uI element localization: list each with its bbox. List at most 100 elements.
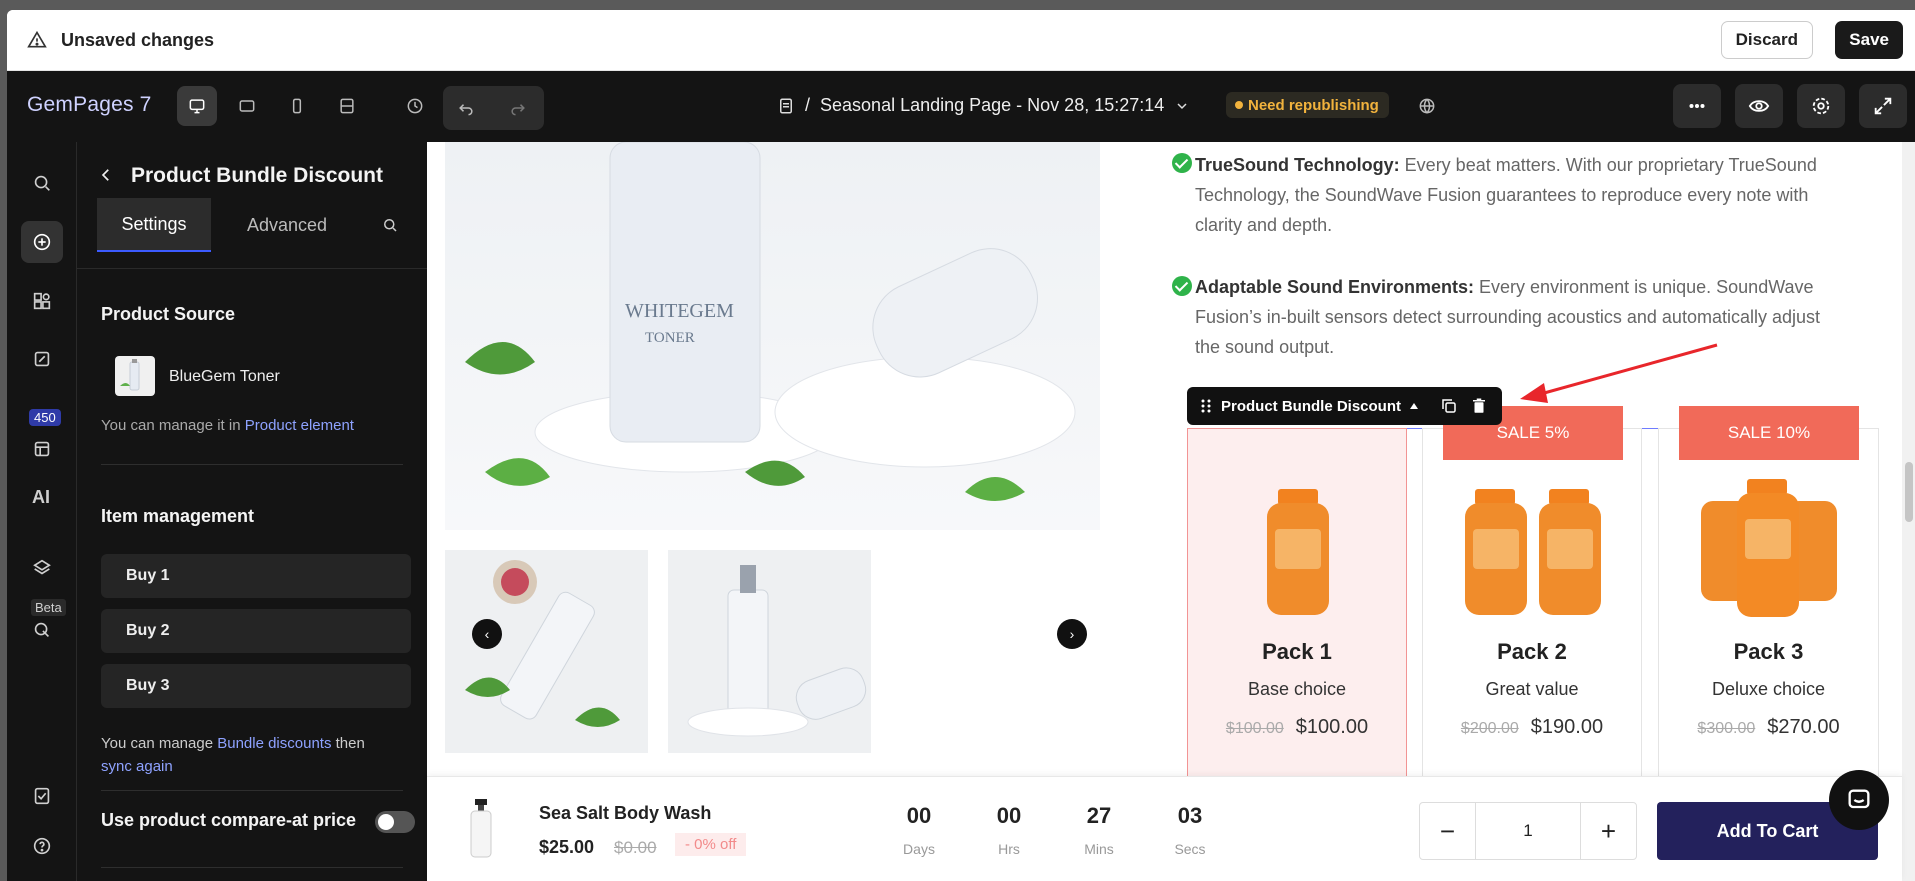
tab-settings[interactable]: Settings — [97, 198, 211, 252]
warning-icon — [27, 30, 47, 48]
product-source-heading: Product Source — [101, 304, 236, 324]
mobile-icon[interactable] — [277, 86, 317, 126]
bundle-manage-note: You can manage Bundle discounts then syn… — [101, 732, 401, 778]
divider — [101, 790, 403, 791]
layers-icon[interactable] — [21, 547, 63, 589]
check-icon — [1172, 153, 1192, 173]
scrollbar-thumb[interactable] — [1905, 462, 1913, 522]
discount-badge: - 0% off — [675, 833, 747, 856]
save-button[interactable]: Save — [1835, 21, 1903, 59]
desktop-icon[interactable] — [177, 86, 217, 126]
product-jar-image — [1701, 479, 1837, 617]
quantity-increase-button[interactable]: + — [1580, 803, 1636, 859]
countdown-seconds-label: Secs — [1174, 841, 1206, 857]
product-main-image[interactable]: WHITEGEM TONER — [445, 142, 1100, 530]
item-row-buy-1[interactable]: Buy 1 — [101, 554, 411, 598]
globe-icon[interactable] — [1407, 86, 1447, 126]
search-icon[interactable] — [21, 162, 63, 204]
pack-card-3[interactable]: Pack 3 Deluxe choice $300.00 $270.00 — [1658, 428, 1879, 780]
element-toolbar-tag[interactable]: Product Bundle Discount — [1187, 387, 1502, 425]
pack-card-2[interactable]: Pack 2 Great value $200.00 $190.00 — [1422, 428, 1642, 780]
undo-icon[interactable] — [446, 88, 486, 128]
pack-price: $200.00 $190.00 — [1423, 716, 1641, 739]
more-icon[interactable] — [1673, 84, 1721, 128]
prev-image-button[interactable]: ‹ — [472, 619, 502, 649]
pack-price: $100.00 $100.00 — [1188, 716, 1406, 739]
pack-subtitle: Deluxe choice — [1711, 679, 1826, 699]
drag-handle-icon[interactable] — [1199, 398, 1213, 414]
divider — [77, 268, 427, 269]
magic-cursor-icon[interactable] — [21, 609, 63, 651]
pack-title: Pack 2 — [1497, 639, 1567, 664]
page-name: Seasonal Landing Page - Nov 28, 15:27:14 — [820, 95, 1165, 115]
add-element-icon[interactable] — [21, 221, 63, 263]
unsaved-notice-bar: Unsaved changes Discard Save — [7, 10, 1915, 71]
compare-price-toggle[interactable] — [375, 811, 415, 833]
preview-icon[interactable] — [1735, 84, 1783, 128]
back-arrow-icon[interactable] — [97, 166, 115, 184]
caret-up-icon[interactable] — [1409, 401, 1419, 411]
feature-title: Adaptable Sound Environments: — [1195, 277, 1475, 297]
theme-style-icon[interactable] — [21, 338, 63, 380]
product-thumbnail[interactable] — [115, 356, 155, 396]
quantity-decrease-button[interactable]: − — [1420, 803, 1476, 859]
divider — [101, 464, 403, 465]
sync-again-link[interactable]: sync again — [101, 758, 173, 775]
sections-icon[interactable] — [21, 280, 63, 322]
responsive-icon[interactable] — [327, 86, 367, 126]
sticky-add-to-cart-bar: Sea Salt Body Wash $25.00 $0.00 - 0% off… — [427, 776, 1902, 881]
brand-logo[interactable]: GemPages 7 — [27, 93, 152, 117]
bundle-discounts-link[interactable]: Bundle discounts — [217, 735, 331, 752]
checklist-icon[interactable] — [21, 775, 63, 817]
redo-icon[interactable] — [498, 88, 538, 128]
canvas-scrollbar[interactable] — [1902, 142, 1915, 881]
trash-icon[interactable] — [1470, 397, 1488, 415]
top-toolbar: GemPages 7 / Seasonal Landing Page - Nov… — [7, 71, 1915, 142]
countdown-hours-label: Hrs — [998, 841, 1020, 857]
page-path-prefix: / — [805, 95, 811, 115]
pack-compare-price: $300.00 — [1697, 720, 1756, 737]
editor-window: Unsaved changes Discard Save GemPages 7 … — [7, 10, 1915, 881]
countdown-seconds: 03 — [1177, 803, 1203, 828]
element-tag-label: Product Bundle Discount — [1221, 397, 1401, 415]
duplicate-icon[interactable] — [1440, 397, 1458, 415]
pack-card-1[interactable]: Pack 1 Base choice $100.00 $100.00 — [1187, 428, 1407, 780]
feature-item: TrueSound Technology: Every beat matters… — [1195, 150, 1845, 240]
tablet-icon[interactable] — [227, 86, 267, 126]
pack-subtitle: Great value — [1485, 679, 1579, 699]
product-thumbnail-2[interactable] — [668, 550, 871, 753]
ai-icon[interactable]: AI — [32, 487, 50, 508]
next-image-button[interactable]: › — [1057, 619, 1087, 649]
product-thumbnail-1[interactable] — [445, 550, 648, 753]
check-icon — [1172, 276, 1192, 296]
discard-button[interactable]: Discard — [1720, 21, 1813, 59]
countdown-days: 00 — [906, 803, 932, 828]
sticky-product-name: Sea Salt Body Wash — [539, 803, 712, 823]
apps-icon[interactable] — [21, 428, 63, 470]
feature-title: TrueSound Technology: — [1195, 155, 1400, 175]
quantity-value[interactable]: 1 — [1476, 803, 1580, 859]
settings-panel: Product Bundle Discount Settings Advance… — [77, 142, 427, 881]
settings-icon[interactable] — [1797, 84, 1845, 128]
help-icon[interactable] — [21, 825, 63, 867]
compare-price-label: Use product compare-at price — [101, 810, 357, 830]
item-management-heading: Item management — [101, 506, 255, 526]
product-jar-image — [1267, 489, 1329, 615]
chat-icon[interactable] — [1829, 770, 1889, 830]
page-selector[interactable]: / Seasonal Landing Page - Nov 28, 15:27:… — [777, 95, 1190, 116]
countdown-days-label: Days — [903, 841, 935, 857]
page-icon — [780, 98, 792, 113]
item-row-buy-2[interactable]: Buy 2 — [101, 609, 411, 653]
fullscreen-icon[interactable] — [1859, 84, 1907, 128]
search-icon[interactable] — [381, 216, 399, 234]
tab-advanced[interactable]: Advanced — [227, 198, 347, 252]
pack-sale-price: $100.00 — [1295, 716, 1369, 738]
product-element-link[interactable]: Product element — [245, 417, 354, 434]
divider — [101, 867, 403, 868]
left-icon-rail: 450 AI Beta — [7, 142, 77, 881]
item-row-buy-3[interactable]: Buy 3 — [101, 664, 411, 708]
page-canvas: WHITEGEM TONER ‹ › TrueSound Technology:… — [427, 142, 1902, 881]
product-jar-image — [1465, 489, 1601, 615]
history-icon[interactable] — [395, 86, 435, 126]
product-name[interactable]: BlueGem Toner — [169, 368, 280, 386]
